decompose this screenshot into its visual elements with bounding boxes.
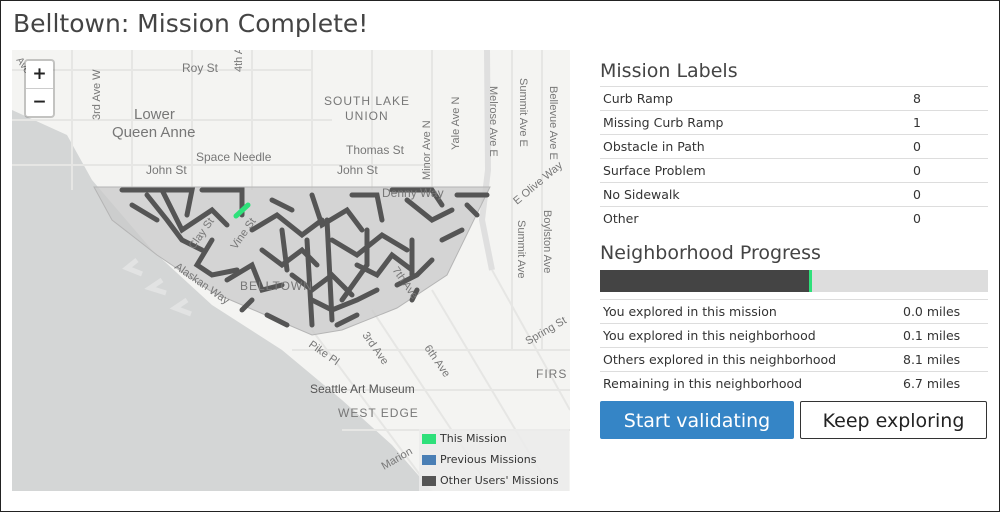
map-label: Seattle Art Museum [310,382,415,396]
table-row: Obstacle in Path 0 [600,134,988,159]
table-row: You explored in this mission 0.0 miles [600,299,988,324]
map-label: Lower [134,106,175,123]
row-value: 0 [910,182,988,207]
map-label: 4th A [233,50,245,72]
map-label: WEST EDGE [338,406,419,420]
table-row: Other 0 [600,206,988,230]
freeway [478,50,495,271]
map-label: SOUTH LAKE [324,94,410,108]
map-label: Queen Anne [112,124,195,141]
row-value: 0 [910,206,988,230]
map-label: Space Needle [196,150,272,164]
page-title: Belltown: Mission Complete! [13,9,369,38]
row-value: 8 [910,86,988,111]
row-value: 0.1 miles [900,323,988,348]
row-value: 1 [910,110,988,135]
map-label: Bellevue Ave E [547,86,559,160]
row-value: 6.7 miles [900,371,988,395]
map-label: BELLTOWN [240,279,313,293]
row-label: You explored in this mission [600,299,900,324]
legend-item: Previous Missions [422,453,536,467]
table-row: Missing Curb Ramp 1 [600,110,988,135]
neighborhood-progress-heading: Neighborhood Progress [600,242,821,264]
neighborhood-map[interactable]: Roy St 4th A 3rd Ave W Lower Queen Anne … [12,50,570,491]
legend-swatch-this-mission [422,434,436,444]
map-label: E Olive Way [511,159,565,207]
row-value: 0 [910,158,988,183]
map-label: Summit Ave [515,220,527,279]
map-label: Melrose Ave E [487,86,499,157]
row-label: Other [600,206,910,230]
legend-label: Other Users' Missions [440,474,559,487]
zoom-in-button[interactable]: + [26,61,53,88]
table-row: Curb Ramp 8 [600,86,988,111]
map-label: UNION [345,109,389,123]
row-label: Others explored in this neighborhood [600,347,900,372]
map-label: Minor Ave N [421,120,433,180]
table-row: You explored in this neighborhood 0.1 mil… [600,323,988,348]
map-label: Spring St [524,315,569,348]
map-label: 3rd Ave [360,330,391,367]
map-label: John St [146,163,187,177]
row-label: Obstacle in Path [600,134,910,159]
keep-exploring-button[interactable]: Keep exploring [800,401,987,439]
row-value: 8.1 miles [900,347,988,372]
row-label: Surface Problem [600,158,910,183]
map-label: Roy St [182,61,219,75]
map-label: Yale Ave N [450,97,462,150]
progress-bar [600,270,988,292]
map-label: Denny Way [382,186,444,200]
map-label: Pike Pl [306,339,341,368]
legend-swatch-other-users [422,476,436,486]
progress-bar-fill [600,270,810,292]
table-row: No Sidewalk 0 [600,182,988,207]
legend-item: Other Users' Missions [422,474,559,488]
table-row: Remaining in this neighborhood 6.7 miles [600,371,988,395]
zoom-out-button[interactable]: − [26,88,53,116]
row-value: 0.0 miles [900,299,988,324]
map-label: Boylston Ave [541,210,553,273]
map-label: FIRS [536,367,567,381]
row-label: No Sidewalk [600,182,910,207]
legend-label: This Mission [440,432,507,445]
mission-labels-table: Curb Ramp 8 Missing Curb Ramp 1 Obstacle in … [600,86,988,230]
map-label: John St [337,163,378,177]
row-label: Curb Ramp [600,86,910,111]
mission-labels-heading: Mission Labels [600,60,738,82]
zoom-control: + − [24,59,55,118]
row-label: Missing Curb Ramp [600,110,910,135]
legend-label: Previous Missions [440,453,537,466]
table-row: Surface Problem 0 [600,158,988,183]
row-label: You explored in this neighborhood [600,323,900,348]
row-value: 0 [910,134,988,159]
map-label: 3rd Ave W [91,69,103,120]
start-validating-button[interactable]: Start validating [600,401,794,439]
summary-panel: Mission Labels Curb Ramp 8 Missing Curb Ra… [600,60,988,395]
map-label: Thomas St [346,143,405,157]
row-label: Remaining in this neighborhood [600,371,900,395]
map-canvas[interactable]: Roy St 4th A 3rd Ave W Lower Queen Anne … [12,50,570,491]
legend-swatch-previous-missions [422,455,436,465]
table-row: Others explored in this neighborhood 8.1 … [600,347,988,372]
legend-item: This Mission [422,432,507,446]
map-label: 6th Ave [422,343,453,380]
progress-table: You explored in this mission 0.0 miles You… [600,299,988,395]
map-legend: This Mission Previous Missions Other Use… [419,429,569,491]
progress-bar-mission-marker [808,270,812,292]
map-label: Summit Ave E [517,78,529,147]
